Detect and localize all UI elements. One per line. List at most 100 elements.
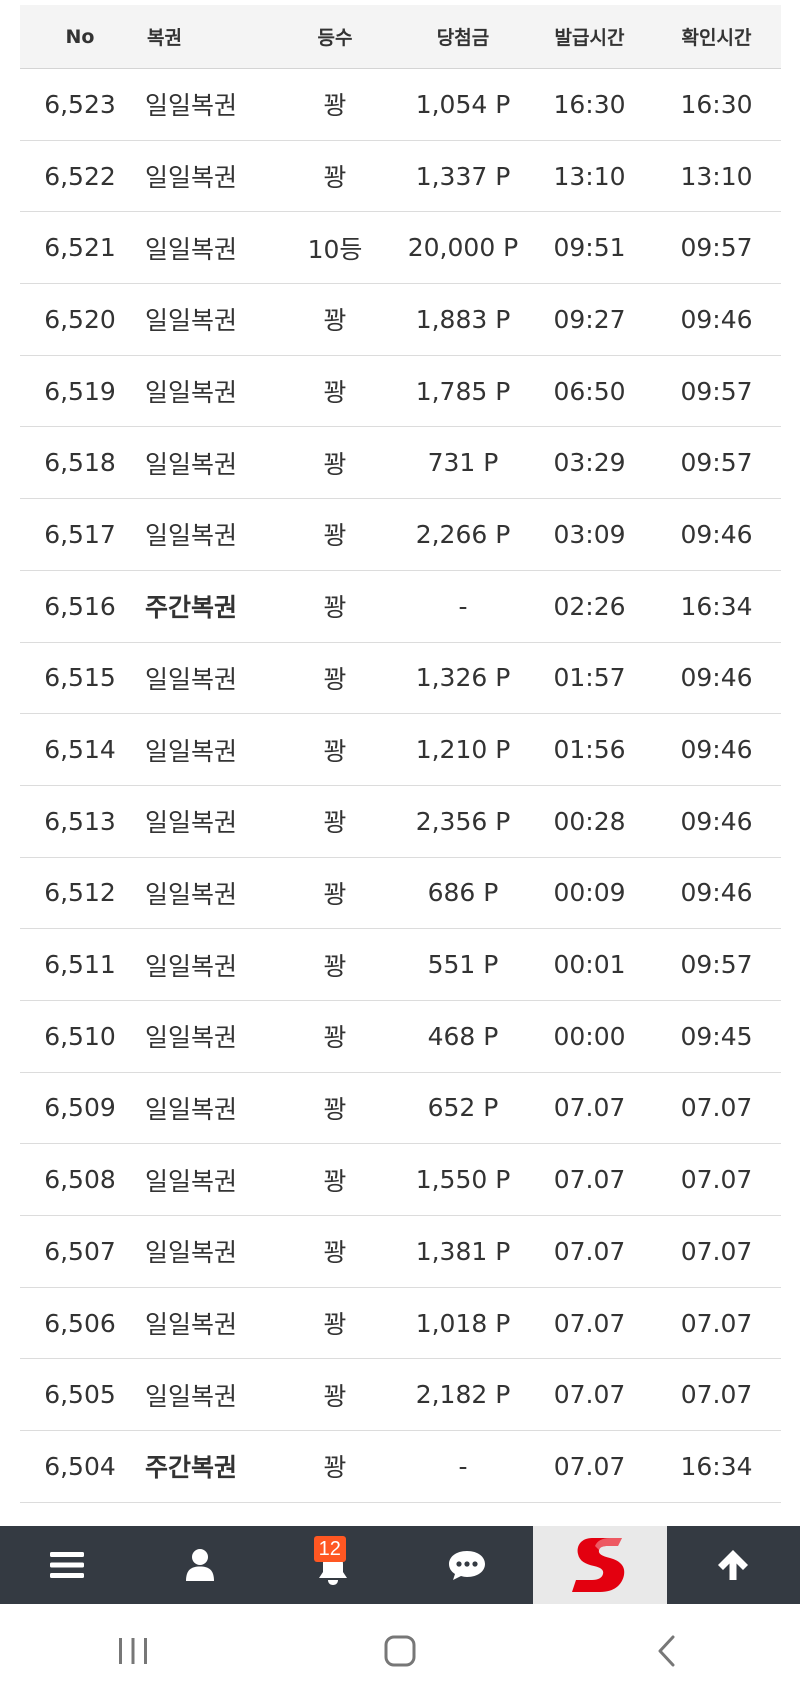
cell-rank: 꽝	[323, 1094, 347, 1124]
cell-type: 일일복권	[145, 91, 238, 121]
cell-checked: 16:34	[680, 591, 753, 621]
cell-no: 6,517	[44, 519, 116, 549]
cell-checked: 09:46	[680, 878, 753, 908]
nav-profile[interactable]	[133, 1526, 266, 1604]
home-button[interactable]	[360, 1621, 440, 1681]
cell-prize: 1,550 P	[415, 1165, 511, 1195]
cell-rank: 꽝	[323, 306, 347, 336]
cell-issued: 01:56	[553, 735, 626, 765]
notification-badge: 12	[313, 1536, 346, 1562]
cell-rank: 꽝	[323, 449, 347, 479]
cell-rank: 꽝	[323, 378, 347, 408]
table-row: 6,520 일일복권 꽝 1,883 P 09:27 09:46	[20, 284, 781, 356]
cell-prize: 551 P	[427, 950, 499, 980]
header-prize: 당첨금	[436, 27, 490, 49]
user-icon	[185, 1549, 214, 1581]
cell-prize: -	[458, 591, 468, 621]
cell-checked: 13:10	[680, 161, 753, 191]
cell-rank: 꽝	[323, 521, 347, 551]
cell-rank: 꽝	[323, 879, 347, 909]
cell-issued: 07.07	[553, 1308, 626, 1338]
header-rank: 등수	[317, 27, 353, 49]
cell-type: 일일복권	[145, 879, 238, 909]
cell-prize: 1,054 P	[415, 89, 511, 119]
page: No 복권 등수 당첨금 발급시간 확인시간 6,523 일일복권 꽝 1,054 P…	[0, 0, 800, 1697]
cell-type: 일일복권	[145, 1310, 238, 1340]
cell-no: 6,512	[44, 878, 116, 908]
cell-type: 일일복권	[145, 951, 238, 981]
cell-rank: 꽝	[323, 1238, 347, 1268]
nav-chat[interactable]	[400, 1526, 533, 1604]
table-row: 6,511 일일복권 꽝 551 P 00:01 09:57	[20, 929, 781, 1001]
cell-type: 일일복권	[145, 736, 238, 766]
cell-checked: 07.07	[680, 1308, 753, 1338]
cell-type: 일일복권	[145, 306, 238, 336]
back-button[interactable]	[627, 1621, 707, 1681]
cell-checked: 07.07	[680, 1093, 753, 1123]
back-icon	[658, 1635, 675, 1666]
site-logo	[571, 1538, 625, 1592]
cell-checked: 09:57	[680, 448, 753, 478]
cell-no: 6,504	[44, 1451, 116, 1481]
recent-apps-icon	[119, 1637, 148, 1664]
cell-issued: 03:09	[553, 519, 626, 549]
cell-issued: 09:27	[553, 304, 626, 334]
cell-type: 일일복권	[145, 1023, 238, 1053]
cell-prize: 2,266 P	[415, 519, 511, 549]
table-row: 6,515 일일복권 꽝 1,326 P 01:57 09:46	[20, 643, 781, 715]
cell-no: 6,521	[44, 233, 116, 263]
cell-checked: 16:34	[680, 1451, 753, 1481]
cell-rank: 꽝	[323, 1453, 347, 1483]
cell-type: 일일복권	[145, 378, 238, 408]
nav-scroll-top[interactable]	[667, 1526, 800, 1604]
cell-issued: 07.07	[553, 1165, 626, 1195]
cell-type: 주간복권	[145, 593, 238, 623]
cell-checked: 16:30	[680, 89, 753, 119]
cell-prize: 1,785 P	[415, 376, 511, 406]
cell-rank: 꽝	[323, 664, 347, 694]
cell-type: 일일복권	[145, 664, 238, 694]
bottom-nav: 12	[0, 1526, 800, 1604]
cell-checked: 09:46	[680, 519, 753, 549]
cell-issued: 02:26	[553, 591, 626, 621]
cell-rank: 꽝	[323, 808, 347, 838]
table-row: 6,517 일일복권 꽝 2,266 P 03:09 09:46	[20, 499, 781, 571]
cell-checked: 09:46	[680, 806, 753, 836]
cell-checked: 09:57	[680, 233, 753, 263]
lottery-table: No 복권 등수 당첨금 발급시간 확인시간 6,523 일일복권 꽝 1,054 P…	[20, 5, 781, 1503]
cell-prize: 2,182 P	[415, 1380, 511, 1410]
header-no: No	[65, 25, 95, 48]
table-row: 6,504 주간복권 꽝 - 07.07 16:34	[20, 1431, 781, 1503]
cell-no: 6,523	[44, 89, 116, 119]
cell-no: 6,515	[44, 663, 116, 693]
table-body: 6,523 일일복권 꽝 1,054 P 16:30 16:30 6,522 일일복권 꽝 1,3…	[20, 69, 781, 1503]
table-header: No 복권 등수 당첨금 발급시간 확인시간	[20, 5, 781, 69]
cell-issued: 07.07	[553, 1093, 626, 1123]
cell-issued: 07.07	[553, 1380, 626, 1410]
cell-issued: 09:51	[553, 233, 626, 263]
header-checked: 확인시간	[681, 27, 752, 49]
cell-no: 6,519	[44, 376, 116, 406]
cell-type: 일일복권	[145, 808, 238, 838]
cell-rank: 꽝	[323, 736, 347, 766]
cell-prize: 1,883 P	[415, 304, 511, 334]
nav-site-logo[interactable]	[533, 1526, 667, 1604]
table-row: 6,519 일일복권 꽝 1,785 P 06:50 09:57	[20, 356, 781, 428]
cell-no: 6,508	[44, 1165, 116, 1195]
cell-type: 일일복권	[145, 1166, 238, 1196]
cell-prize: 1,326 P	[415, 663, 511, 693]
cell-type: 일일복권	[145, 1094, 238, 1124]
nav-notifications[interactable]: 12	[267, 1526, 400, 1604]
cell-prize: -	[458, 1451, 468, 1481]
recent-apps-button[interactable]	[93, 1621, 173, 1681]
cell-type: 일일복권	[145, 1381, 238, 1411]
cell-rank: 꽝	[323, 1023, 347, 1053]
cell-checked: 09:45	[680, 1021, 753, 1051]
chat-icon	[448, 1551, 485, 1580]
cell-rank: 꽝	[323, 1381, 347, 1411]
cell-no: 6,511	[44, 950, 116, 980]
cell-no: 6,505	[44, 1380, 116, 1410]
nav-menu[interactable]	[0, 1526, 133, 1604]
cell-checked: 09:46	[680, 304, 753, 334]
cell-type: 일일복권	[145, 521, 238, 551]
